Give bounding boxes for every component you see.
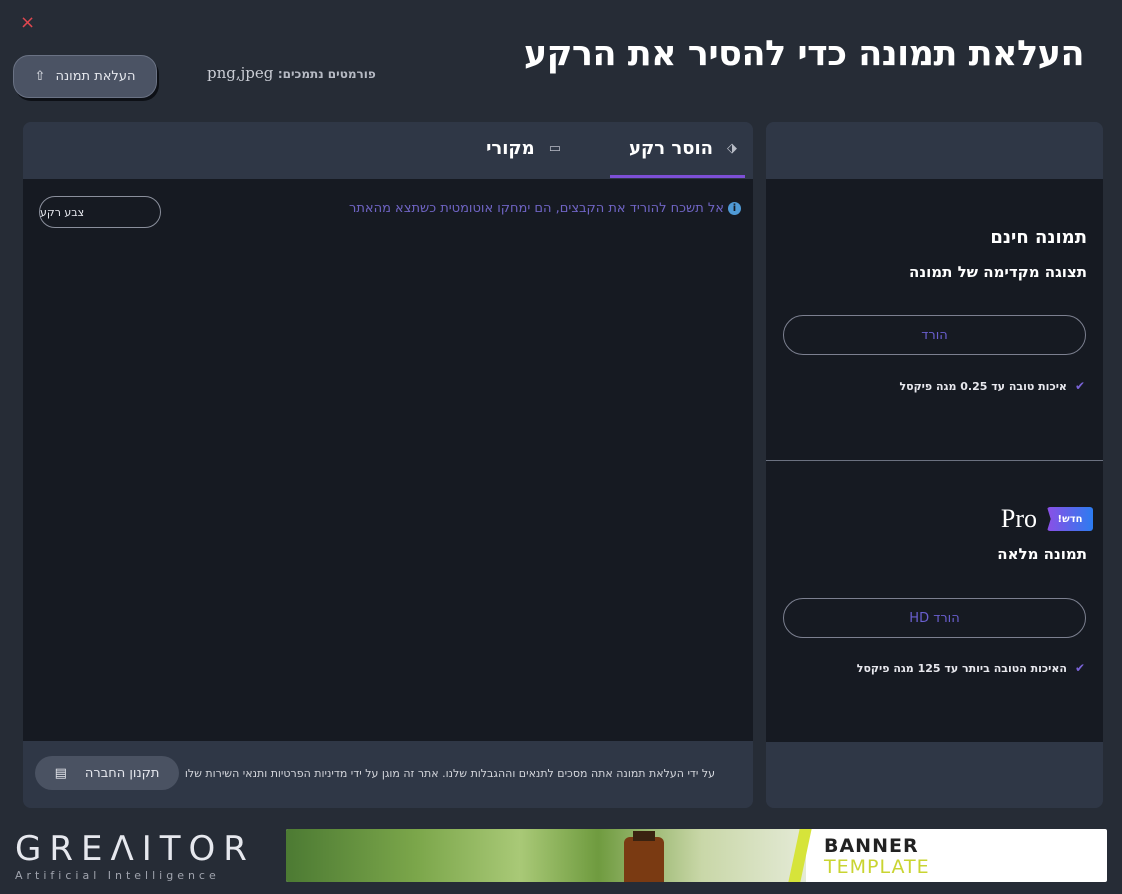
plans-panel: תמונה חינם תצוגה מקדימה של תמונה הורד ✔ … (766, 122, 1103, 808)
editor-panel: ⬗ הוסר רקע ▭ מקורי i אל תשכח להוריד את ה… (23, 122, 753, 808)
supported-formats: פורמטים נתמכים: png,jpeg (207, 64, 376, 82)
upload-icon: ⇧ (34, 69, 46, 84)
logo-tagline: Artificial Intelligence (15, 869, 220, 882)
active-tab-indicator (610, 175, 745, 178)
info-icon: i (728, 202, 741, 215)
banner-line-1: BANNER (824, 835, 919, 857)
pro-label: Pro (1000, 504, 1037, 533)
company-rules-button[interactable]: תקנון החברה ▤ (35, 756, 179, 790)
pro-feature-text: האיכות הטובה ביותר עד 125 מגה פיקסל (856, 661, 1067, 675)
greaitor-logo: GREΛITOR Artificial Intelligence (15, 830, 260, 886)
pro-plan-card: חדש! Pro תמונה מלאה הורד HD ✔ האיכות הטו… (766, 461, 1103, 742)
eraser-icon: ⬗ (727, 141, 737, 156)
check-icon: ✔ (1074, 379, 1085, 393)
tab-label: מקורי (486, 138, 535, 159)
banner-bottle-cap (633, 831, 655, 841)
logo-wordmark: GREΛITOR (15, 830, 260, 868)
notice-text: אל תשכח להוריד את הקבצים, הם ימחקו אוטומ… (349, 201, 724, 216)
tab-label: הוסר רקע (629, 138, 713, 159)
background-color-label: צבע רקע (40, 205, 85, 219)
editor-footer: על ידי העלאת תמונה אתה מסכים לתנאים וההג… (23, 741, 753, 808)
pro-plan-subtitle: תמונה מלאה (997, 545, 1087, 563)
image-canvas[interactable]: i אל תשכח להוריד את הקבצים, הם ימחקו אוט… (23, 179, 753, 741)
hd-download-button[interactable]: הורד HD (783, 598, 1086, 638)
banner-line-2: TEMPLATE (824, 856, 930, 878)
formats-label: פורמטים נתמכים: (277, 67, 376, 81)
hd-download-label: הורד HD (909, 610, 960, 626)
editor-tabs: ⬗ הוסר רקע ▭ מקורי (23, 122, 753, 179)
free-download-label: הורד (921, 327, 948, 343)
image-icon: ▭ (548, 141, 561, 156)
logo-part-ai: ΛI (110, 829, 160, 869)
check-icon: ✔ (1074, 661, 1085, 675)
document-icon: ▤ (54, 765, 67, 781)
download-notice: i אל תשכח להוריד את הקבצים, הם ימחקו אוט… (349, 201, 741, 216)
pro-plan-header: חדש! Pro (1001, 504, 1093, 534)
free-feature-text: איכות טובה עד 0.25 מגה פיקסל (899, 379, 1067, 393)
ad-banner[interactable]: BANNER TEMPLATE (286, 829, 1107, 882)
free-plan-title: תמונה חינם (990, 227, 1087, 248)
upload-button-label: העלאת תמונה (55, 69, 136, 84)
banner-photo (286, 829, 806, 882)
free-plan-subtitle: תצוגה מקדימה של תמונה (909, 263, 1087, 281)
tab-original[interactable]: ▭ מקורי (486, 122, 561, 175)
terms-text: על ידי העלאת תמונה אתה מסכים לתנאים וההג… (184, 767, 715, 780)
free-download-button[interactable]: הורד (783, 315, 1086, 355)
close-icon[interactable]: × (20, 13, 35, 33)
plans-header (766, 122, 1103, 179)
background-color-button[interactable]: צבע רקע (39, 196, 161, 228)
plans-footer (766, 742, 1103, 808)
logo-part: TOR (159, 829, 255, 869)
free-plan-feature: ✔ איכות טובה עד 0.25 מגה פיקסל (899, 379, 1085, 393)
new-badge: חדש! (1047, 507, 1093, 531)
rules-label: תקנון החברה (84, 765, 160, 781)
free-plan-card: תמונה חינם תצוגה מקדימה של תמונה הורד ✔ … (766, 179, 1103, 460)
formats-value: png,jpeg (207, 64, 274, 82)
page-title: העלאת תמונה כדי להסיר את הרקע (523, 34, 1085, 74)
logo-part: GRE (15, 829, 111, 869)
banner-bottle-image (624, 837, 664, 882)
upload-image-button[interactable]: העלאת תמונה ⇧ (13, 55, 157, 98)
pro-plan-feature: ✔ האיכות הטובה ביותר עד 125 מגה פיקסל (857, 661, 1085, 675)
tab-background-removed[interactable]: ⬗ הוסר רקע (610, 122, 745, 178)
